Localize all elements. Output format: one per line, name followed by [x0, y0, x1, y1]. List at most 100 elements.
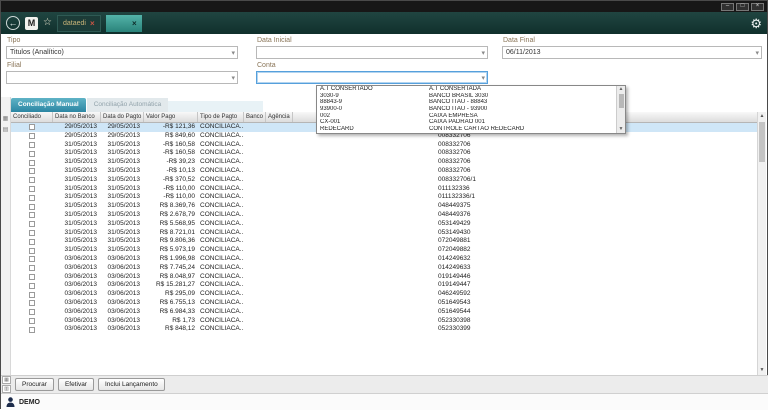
scroll-up-icon[interactable]: [619, 86, 624, 93]
col-data-do-pagto[interactable]: Data do Pagto: [101, 112, 144, 122]
table-row[interactable]: 31/05/2013 31/05/2013 R$ 8.369,76 CONCIL…: [11, 202, 758, 211]
conciliado-cell: [11, 325, 53, 334]
inclui-lancamento-button[interactable]: Inclui Lançamento: [98, 378, 165, 391]
conta-dropdown-option[interactable]: 88843-9 BANCO ITAU - 88843: [317, 99, 616, 106]
conciliado-checkbox[interactable]: [29, 133, 35, 139]
col-tipo-de-pagto[interactable]: Tipo de Pagto: [198, 112, 244, 122]
grid-small-icon[interactable]: [2, 376, 11, 384]
conta-dropdown-option[interactable]: CX-001 CAIXA PADRÃO 001: [317, 119, 616, 126]
tipo-de-pagto-cell: CONCILIACA...: [198, 211, 244, 220]
conta-dropdown-option[interactable]: A.T CONSERTADO A.T CONSERTADA: [317, 86, 616, 93]
data-do-pagto-cell: 31/05/2013: [101, 246, 144, 255]
data-final-select[interactable]: 06/11/2013: [502, 46, 762, 59]
table-row[interactable]: 03/06/2013 03/06/2013 R$ 1,73 CONCILIACA…: [11, 317, 758, 326]
table-small-icon[interactable]: [2, 385, 11, 393]
minimize-button[interactable]: [721, 3, 734, 11]
conciliado-checkbox[interactable]: [29, 151, 35, 157]
conciliado-checkbox[interactable]: [29, 318, 35, 324]
conciliado-checkbox[interactable]: [29, 274, 35, 280]
table-row[interactable]: 31/05/2013 31/05/2013 R$ 9.806,36 CONCIL…: [11, 237, 758, 246]
conciliado-checkbox[interactable]: [29, 186, 35, 192]
back-icon[interactable]: [6, 16, 20, 30]
conciliado-checkbox[interactable]: [29, 283, 35, 289]
table-row[interactable]: 31/05/2013 31/05/2013 R$ 5.568,95 CONCIL…: [11, 220, 758, 229]
banco-cell: [244, 149, 266, 158]
table-row[interactable]: 31/05/2013 31/05/2013 -R$ 160,58 CONCILI…: [11, 149, 758, 158]
table-row[interactable]: 31/05/2013 31/05/2013 -R$ 110,00 CONCILI…: [11, 193, 758, 202]
table-row[interactable]: 31/05/2013 31/05/2013 R$ 8.721,01 CONCIL…: [11, 229, 758, 238]
grid-view-icon[interactable]: [1, 115, 10, 124]
efetivar-button[interactable]: Efetivar: [58, 378, 94, 391]
scroll-up-icon[interactable]: [758, 112, 766, 121]
table-row[interactable]: 03/06/2013 03/06/2013 R$ 15.281,27 CONCI…: [11, 281, 758, 290]
close-button[interactable]: [751, 3, 764, 11]
procurar-button[interactable]: Procurar: [15, 378, 54, 391]
tipo-select[interactable]: Titulos (Analítico): [6, 46, 238, 59]
gear-icon[interactable]: [750, 17, 762, 30]
table-row[interactable]: 03/06/2013 03/06/2013 R$ 6.755,13 CONCIL…: [11, 299, 758, 308]
table-row[interactable]: 31/05/2013 31/05/2013 -R$ 370,52 CONCILI…: [11, 176, 758, 185]
scroll-thumb[interactable]: [759, 122, 765, 162]
data-no-banco-cell: 31/05/2013: [53, 229, 101, 238]
tab-close-icon[interactable]: [90, 19, 95, 28]
conciliado-checkbox[interactable]: [29, 248, 35, 254]
conciliado-checkbox[interactable]: [29, 212, 35, 218]
conciliado-checkbox[interactable]: [29, 300, 35, 306]
col-agencia[interactable]: Agência: [266, 112, 293, 122]
table-row[interactable]: 03/06/2013 03/06/2013 R$ 8.048,97 CONCIL…: [11, 273, 758, 282]
conta-dropdown-option[interactable]: REDECARD CONTROLE CARTÃO REDECARD: [317, 126, 616, 133]
table-row[interactable]: 03/06/2013 03/06/2013 R$ 848,12 CONCILIA…: [11, 325, 758, 334]
tab-conciliacao-manual[interactable]: Conciliação Manual: [11, 98, 86, 112]
table-row[interactable]: 31/05/2013 31/05/2013 -R$ 160,58 CONCILI…: [11, 141, 758, 150]
conciliado-checkbox[interactable]: [29, 292, 35, 298]
table-row[interactable]: 31/05/2013 31/05/2013 -R$ 110,00 CONCILI…: [11, 185, 758, 194]
scroll-down-icon[interactable]: [758, 366, 766, 375]
conta-select[interactable]: [256, 71, 488, 84]
conciliado-checkbox[interactable]: [29, 221, 35, 227]
conciliado-checkbox[interactable]: [29, 142, 35, 148]
maximize-button[interactable]: [736, 3, 749, 11]
conta-dropdown-option[interactable]: 93900-0 BANCO ITAU - 93900: [317, 106, 616, 113]
conciliado-checkbox[interactable]: [29, 195, 35, 201]
table-row[interactable]: 31/05/2013 31/05/2013 R$ 5.973,19 CONCIL…: [11, 246, 758, 255]
valor-pago-cell: R$ 1,73: [144, 317, 198, 326]
popup-scrollbar[interactable]: [616, 86, 625, 133]
conciliado-checkbox[interactable]: [29, 204, 35, 210]
table-row[interactable]: 03/06/2013 03/06/2013 R$ 295,09 CONCILIA…: [11, 290, 758, 299]
col-data-no-banco[interactable]: Data no Banco: [53, 112, 101, 122]
conta-dropdown-option[interactable]: 002 CAIXA EMPRESA: [317, 113, 616, 120]
conciliado-checkbox[interactable]: [29, 177, 35, 183]
tab-conciliacao-automatica[interactable]: Conciliação Automática: [87, 98, 169, 112]
table-row[interactable]: 03/06/2013 03/06/2013 R$ 1.996,98 CONCIL…: [11, 255, 758, 264]
filial-select[interactable]: [6, 71, 238, 84]
documento-cell: 051649544: [438, 308, 758, 317]
favorites-star-icon[interactable]: [43, 18, 52, 28]
conciliado-checkbox[interactable]: [29, 239, 35, 245]
table-row[interactable]: 31/05/2013 31/05/2013 -R$ 39,23 CONCILIA…: [11, 158, 758, 167]
conciliado-checkbox[interactable]: [29, 230, 35, 236]
conta-dropdown-option[interactable]: 3030-9 BANCO BRASIL 3030: [317, 93, 616, 100]
col-conciliado[interactable]: Conciliado: [11, 112, 53, 122]
table-row[interactable]: 03/06/2013 03/06/2013 R$ 7.745,24 CONCIL…: [11, 264, 758, 273]
list-view-icon[interactable]: [1, 126, 10, 135]
conciliado-checkbox[interactable]: [29, 124, 35, 130]
conciliado-checkbox[interactable]: [29, 168, 35, 174]
browser-tab-active[interactable]: [106, 15, 142, 32]
grid-scrollbar[interactable]: [757, 112, 766, 375]
conciliado-checkbox[interactable]: [29, 265, 35, 271]
data-no-banco-cell: 31/05/2013: [53, 176, 101, 185]
conciliado-checkbox[interactable]: [29, 327, 35, 333]
scroll-thumb[interactable]: [619, 94, 624, 108]
browser-tab-dataedi[interactable]: dataedi: [57, 15, 101, 32]
scroll-down-icon[interactable]: [619, 126, 624, 133]
tab-close-icon[interactable]: [132, 19, 137, 28]
col-banco[interactable]: Banco: [244, 112, 266, 122]
conciliado-checkbox[interactable]: [29, 256, 35, 262]
table-row[interactable]: 03/06/2013 03/06/2013 R$ 6.984,33 CONCIL…: [11, 308, 758, 317]
conciliado-checkbox[interactable]: [29, 309, 35, 315]
data-inicial-select[interactable]: [256, 46, 488, 59]
col-valor-pago[interactable]: Valor Pago: [144, 112, 198, 122]
table-row[interactable]: 31/05/2013 31/05/2013 -R$ 10,13 CONCILIA…: [11, 167, 758, 176]
conciliado-checkbox[interactable]: [29, 160, 35, 166]
table-row[interactable]: 31/05/2013 31/05/2013 R$ 2.678,79 CONCIL…: [11, 211, 758, 220]
